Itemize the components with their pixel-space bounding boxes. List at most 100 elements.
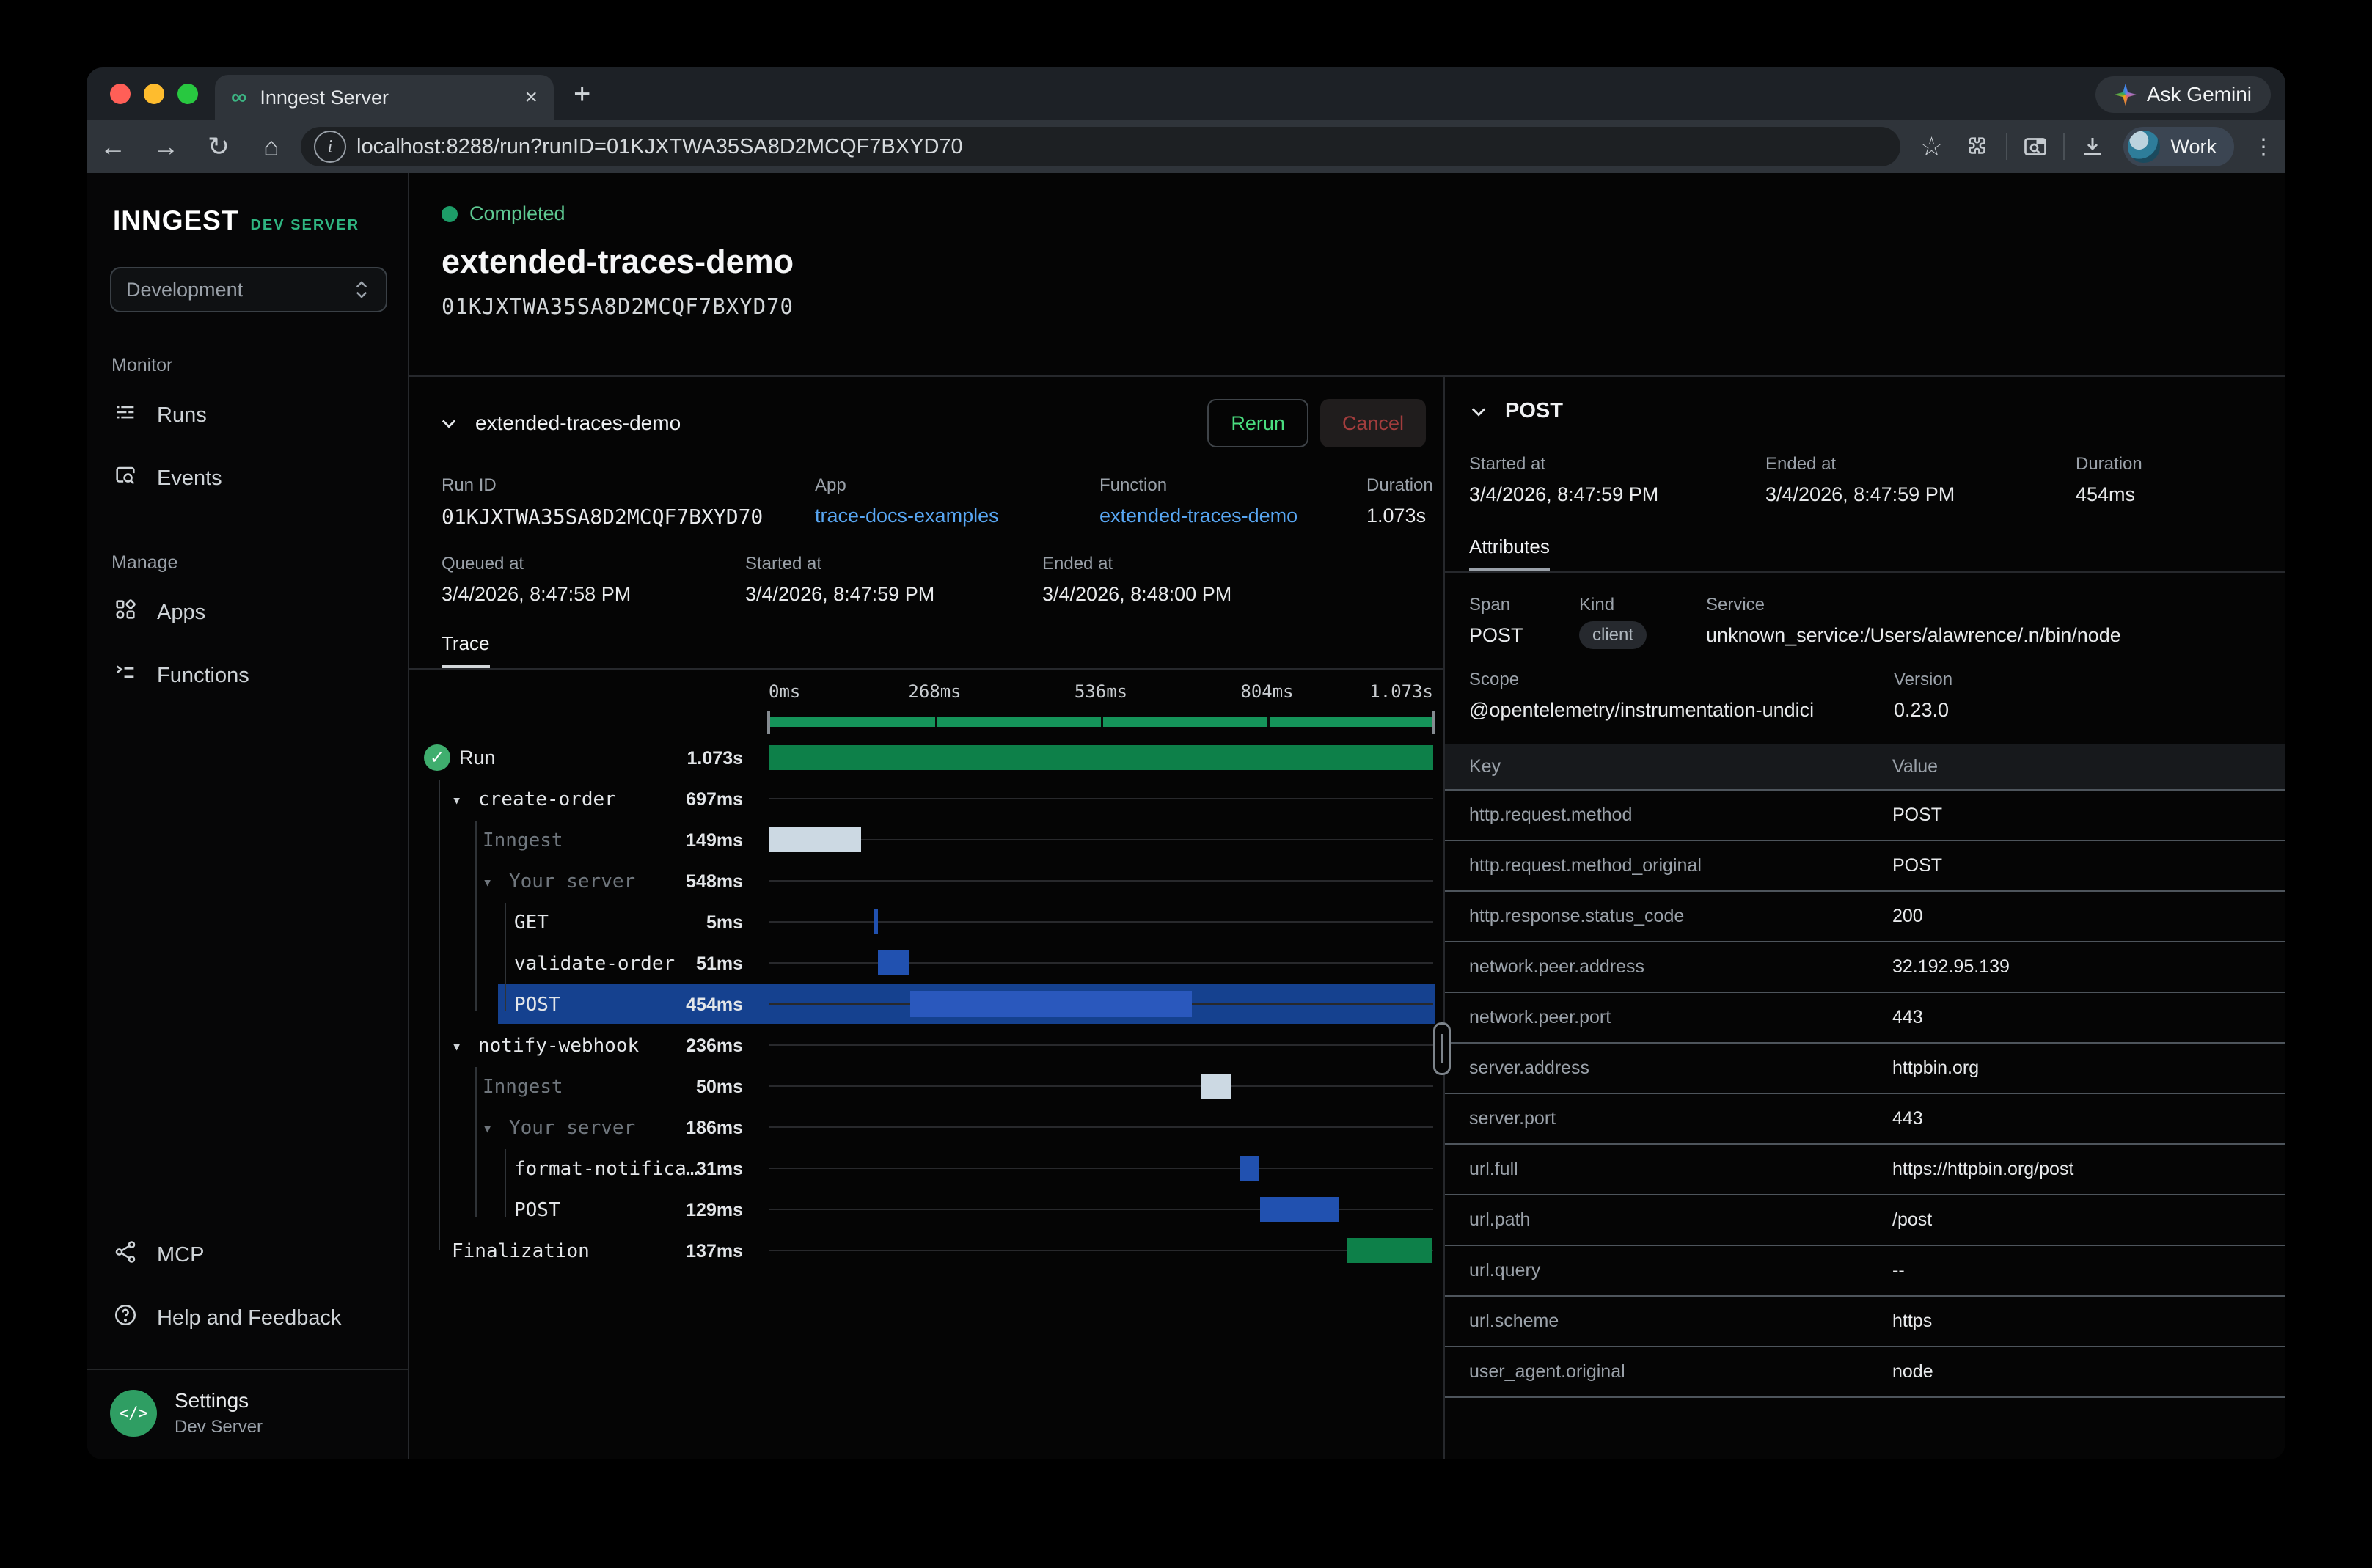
select-chevrons-icon bbox=[352, 279, 371, 301]
span-bar[interactable] bbox=[1240, 1156, 1259, 1181]
minimap-right-handle[interactable] bbox=[1432, 711, 1435, 734]
attr-key: server.port bbox=[1469, 1108, 1892, 1129]
row-expand-chevron-icon[interactable]: ▾ bbox=[483, 873, 509, 892]
window-zoom-button[interactable] bbox=[177, 84, 198, 104]
settings-subtitle: Dev Server bbox=[175, 1417, 263, 1437]
row-chart-area bbox=[769, 901, 1433, 942]
trace-row-notify-webhook[interactable]: ▾notify-webhook236ms bbox=[409, 1025, 1443, 1066]
address-bar[interactable]: i localhost:8288/run?runID=01KJXTWA35SA8… bbox=[301, 127, 1900, 166]
details-chevron-icon[interactable] bbox=[1468, 401, 1489, 422]
collapse-chevron-icon[interactable] bbox=[439, 413, 459, 433]
service-label: Service bbox=[1706, 595, 2285, 615]
attr-key: url.query bbox=[1469, 1260, 1892, 1281]
trace-row-finalization[interactable]: Finalization137ms bbox=[409, 1230, 1443, 1271]
browser-menu-icon[interactable]: ⋮ bbox=[2241, 134, 2285, 160]
trace-row-get[interactable]: GET5ms bbox=[409, 901, 1443, 942]
span-bar[interactable] bbox=[874, 909, 878, 934]
span-bar[interactable] bbox=[769, 745, 1433, 770]
span-bar[interactable] bbox=[769, 827, 861, 852]
tab-close-icon[interactable]: × bbox=[524, 85, 538, 110]
timeline-minimap[interactable] bbox=[769, 714, 1433, 731]
page-title: extended-traces-demo bbox=[442, 243, 2285, 281]
back-button[interactable]: ← bbox=[87, 131, 139, 162]
profile-button[interactable]: Work bbox=[2123, 127, 2234, 166]
tab-trace[interactable]: Trace bbox=[442, 632, 490, 668]
trace-row-inngest[interactable]: Inngest149ms bbox=[409, 819, 1443, 860]
trace-row-run[interactable]: ✓Run1.073s bbox=[409, 737, 1443, 778]
extensions-icon[interactable] bbox=[1955, 134, 2002, 159]
environment-select[interactable]: Development bbox=[110, 267, 387, 312]
span-bar[interactable] bbox=[1260, 1197, 1340, 1222]
span-bar[interactable] bbox=[910, 991, 1191, 1017]
attr-row-server.address: server.addresshttpbin.org bbox=[1445, 1042, 2285, 1093]
sidebar-item-mcp[interactable]: MCP bbox=[87, 1223, 408, 1286]
search-tabs-icon[interactable] bbox=[2012, 133, 2059, 160]
attr-value: 200 bbox=[1892, 906, 2285, 927]
home-button[interactable]: ⌂ bbox=[245, 131, 298, 162]
tab-attributes[interactable]: Attributes bbox=[1469, 535, 1550, 571]
meta-label: Started at bbox=[1469, 454, 1765, 475]
forward-button[interactable]: → bbox=[139, 131, 192, 162]
sidebar-section-label: Monitor bbox=[87, 312, 408, 384]
ask-gemini-button[interactable]: Ask Gemini bbox=[2095, 76, 2271, 113]
window-minimize-button[interactable] bbox=[144, 84, 164, 104]
sidebar-item-settings[interactable]: </> Settings Dev Server bbox=[87, 1370, 408, 1459]
meta-label: Ended at bbox=[1765, 454, 2076, 475]
new-tab-button[interactable]: + bbox=[574, 78, 590, 111]
attr-value-header: Value bbox=[1892, 756, 2285, 777]
trace-row-format-notifica-[interactable]: format-notifica…31ms bbox=[409, 1148, 1443, 1189]
attr-key: http.response.status_code bbox=[1469, 906, 1892, 927]
span-bar[interactable] bbox=[1201, 1074, 1231, 1099]
avatar bbox=[2128, 131, 2160, 163]
trace-row-post[interactable]: POST 129ms bbox=[409, 1189, 1443, 1230]
sidebar-item-apps[interactable]: Apps bbox=[87, 581, 408, 644]
help-circle-icon bbox=[113, 1303, 138, 1333]
reload-button[interactable]: ↻ bbox=[192, 131, 245, 162]
download-icon[interactable] bbox=[2069, 133, 2116, 160]
trace-row-inngest[interactable]: Inngest50ms bbox=[409, 1066, 1443, 1107]
scrollbar-thumb[interactable] bbox=[1433, 1022, 1451, 1075]
sidebar-item-events[interactable]: Events bbox=[87, 447, 408, 510]
rerun-button[interactable]: Rerun bbox=[1207, 399, 1308, 447]
attr-row-http.response.status_code: http.response.status_code200 bbox=[1445, 890, 2285, 941]
meta-value-duration: 1.073s bbox=[1366, 505, 1443, 527]
attr-key: http.request.method bbox=[1469, 805, 1892, 826]
trace-row-create-order[interactable]: ▾create-order697ms bbox=[409, 778, 1443, 819]
row-expand-chevron-icon[interactable]: ▾ bbox=[452, 1038, 478, 1056]
row-expand-chevron-icon[interactable]: ▾ bbox=[483, 1120, 509, 1138]
sidebar-item-runs[interactable]: Runs bbox=[87, 384, 408, 447]
tree-guide-line bbox=[475, 1067, 477, 1217]
cancel-button[interactable]: Cancel bbox=[1320, 399, 1426, 447]
span-duration: 236ms bbox=[622, 1036, 743, 1057]
trace-row-post[interactable]: POST454ms bbox=[409, 983, 1443, 1025]
meta-value-ended-at: 3/4/2026, 8:48:00 PM bbox=[1042, 583, 1443, 606]
trace-row-your-server[interactable]: ▾Your server186ms bbox=[409, 1107, 1443, 1148]
status-dot-icon bbox=[442, 206, 458, 222]
span-duration: 186ms bbox=[622, 1118, 743, 1139]
span-bar[interactable] bbox=[1347, 1238, 1432, 1263]
trace-row-your-server[interactable]: ▾Your server548ms bbox=[409, 860, 1443, 901]
sidebar-item-help-and-feedback[interactable]: Help and Feedback bbox=[87, 1286, 408, 1349]
timeline-axis: 0ms268ms536ms804ms1.073s bbox=[769, 681, 1433, 706]
span-name: Inngest bbox=[483, 829, 563, 851]
meta-label: Queued at bbox=[442, 554, 745, 574]
span-name: POST bbox=[514, 994, 560, 1016]
attr-row-http.request.method: http.request.methodPOST bbox=[1445, 789, 2285, 840]
sidebar-item-functions[interactable]: Functions bbox=[87, 644, 408, 707]
tree-guide-line bbox=[439, 780, 440, 1250]
row-expand-chevron-icon[interactable]: ▾ bbox=[452, 791, 478, 810]
span-duration: 129ms bbox=[622, 1200, 743, 1221]
span-name: POST bbox=[514, 1199, 560, 1221]
attr-value: 32.192.95.139 bbox=[1892, 956, 2285, 978]
browser-tab[interactable]: ∞ Inngest Server × bbox=[215, 75, 554, 120]
span-bar[interactable] bbox=[878, 950, 909, 975]
span-details-panel: POST Started at3/4/2026, 8:47:59 PMEnded… bbox=[1445, 377, 2285, 1459]
site-info-icon[interactable]: i bbox=[314, 131, 346, 163]
attr-value: POST bbox=[1892, 855, 2285, 876]
meta-value-app[interactable]: trace-docs-examples bbox=[815, 505, 1099, 527]
meta-value-function[interactable]: extended-traces-demo bbox=[1099, 505, 1366, 527]
window-close-button[interactable] bbox=[110, 84, 131, 104]
trace-row-validate-order[interactable]: validate-order51ms bbox=[409, 942, 1443, 983]
meta-label: Function bbox=[1099, 475, 1366, 496]
bookmark-star-icon[interactable]: ☆ bbox=[1908, 131, 1955, 162]
